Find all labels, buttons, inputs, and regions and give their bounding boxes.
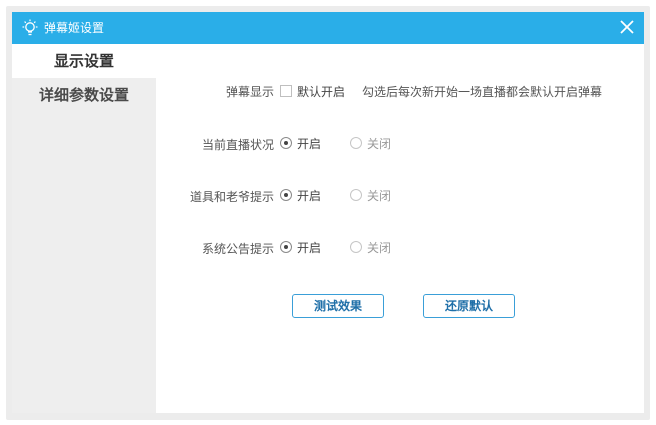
live-status-on-radio[interactable]: 开启 — [280, 136, 330, 152]
danmaku-default-on-checkbox[interactable]: 默认开启 — [280, 84, 350, 100]
danmaku-hint: 勾选后每次新开始一场直播都会默认开启弹幕 — [362, 85, 603, 99]
radio-dot[interactable] — [280, 189, 292, 201]
radio-label: 开启 — [297, 241, 322, 255]
checkbox-label: 默认开启 — [297, 85, 346, 99]
announcement-off-radio[interactable]: 关闭 — [350, 240, 400, 256]
radio-dot[interactable] — [280, 241, 292, 253]
announcement-label: 系统公告提示 — [201, 242, 274, 256]
radio-dot[interactable] — [350, 241, 362, 253]
lightbulb-icon — [22, 19, 38, 36]
radio-label: 关闭 — [367, 137, 392, 151]
checkbox-box[interactable] — [280, 85, 292, 97]
announcement-on-radio[interactable]: 开启 — [280, 240, 330, 256]
live-status-off-radio[interactable]: 关闭 — [350, 136, 400, 152]
radio-label: 关闭 — [367, 241, 392, 255]
radio-label: 开启 — [297, 137, 322, 151]
sidebar: 显示设置 详细参数设置 — [12, 44, 156, 413]
window-title: 弹幕姬设置 — [44, 21, 105, 35]
live-status-label: 当前直播状况 — [201, 138, 274, 152]
props-on-radio[interactable]: 开启 — [280, 188, 330, 204]
restore-default-button[interactable]: 还原默认 — [423, 294, 515, 318]
test-effect-button[interactable]: 测试效果 — [292, 294, 384, 318]
radio-dot[interactable] — [350, 137, 362, 149]
radio-dot[interactable] — [280, 137, 292, 149]
settings-panel: 弹幕显示 默认开启 勾选后每次新开始一场直播都会默认开启弹幕 当前直播状况 开启… — [156, 44, 644, 413]
close-icon[interactable] — [618, 18, 636, 36]
props-off-radio[interactable]: 关闭 — [350, 188, 400, 204]
sidebar-item-display-settings[interactable]: 显示设置 — [12, 44, 156, 78]
radio-dot[interactable] — [350, 189, 362, 201]
danmaku-display-label: 弹幕显示 — [225, 85, 274, 99]
titlebar: 弹幕姬设置 — [12, 12, 644, 44]
sidebar-item-detail-params[interactable]: 详细参数设置 — [12, 78, 156, 112]
props-hint-label: 道具和老爷提示 — [189, 190, 274, 204]
radio-label: 开启 — [297, 189, 322, 203]
radio-label: 关闭 — [367, 189, 392, 203]
settings-window: 弹幕姬设置 显示设置 详细参数设置 弹幕显示 默认开启 勾选后每次新开始一场直播… — [12, 12, 644, 413]
